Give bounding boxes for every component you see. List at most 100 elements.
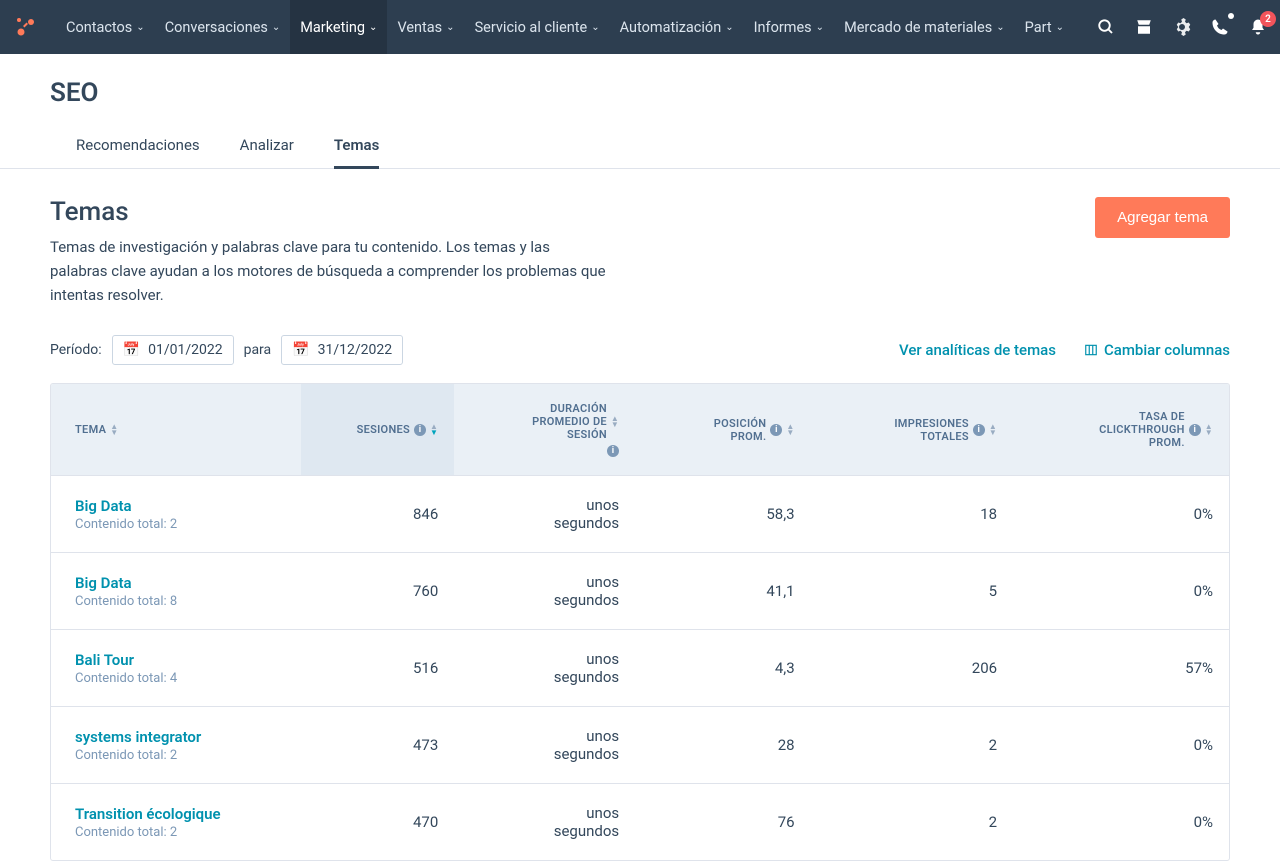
chevron-down-icon: ⌄ <box>816 22 824 33</box>
add-topic-button[interactable]: Agregar tema <box>1095 197 1230 238</box>
col-ctr[interactable]: TASA DE CLICKTHROUGH PROM.i▲▼ <box>1013 384 1229 476</box>
period-label: Período: <box>50 342 102 358</box>
cell-ctr: 0% <box>1013 476 1229 553</box>
cell-ctr: 57% <box>1013 630 1229 707</box>
cell-sessions: 473 <box>301 707 454 784</box>
info-icon: i <box>607 445 619 457</box>
cell-position: 4,3 <box>635 630 810 707</box>
section-title: Temas <box>50 197 610 227</box>
info-icon: i <box>770 424 782 436</box>
topic-content-count: Contenido total: 2 <box>75 825 285 840</box>
cell-sessions: 470 <box>301 784 454 861</box>
section-description: Temas de investigación y palabras clave … <box>50 235 610 307</box>
page-tabs: Recomendaciones Analizar Temas <box>0 124 1280 169</box>
search-icon[interactable] <box>1096 17 1116 37</box>
calendar-icon: 📅 <box>123 342 140 358</box>
nav-item-marketing[interactable]: Marketing⌄ <box>290 0 387 54</box>
topic-content-count: Contenido total: 8 <box>75 594 285 609</box>
sort-icon: ▲▼ <box>110 424 118 436</box>
table-row: Transition écologique Contenido total: 2 4… <box>51 784 1229 861</box>
cell-sessions: 516 <box>301 630 454 707</box>
period-filter: Período: 📅 01/01/2022 para 📅 31/12/2022 <box>50 335 403 365</box>
nav-item-informes[interactable]: Informes⌄ <box>744 0 834 54</box>
nav-item-conversaciones[interactable]: Conversaciones⌄ <box>155 0 291 54</box>
cell-impressions: 2 <box>811 707 1013 784</box>
nav-icons: 2 <box>1088 17 1268 37</box>
sort-icon: ▲▼ <box>430 424 438 436</box>
sort-icon: ▲▼ <box>786 424 794 436</box>
table-row: Big Data Contenido total: 2 846unossegundo… <box>51 476 1229 553</box>
nav-item-automatización[interactable]: Automatización⌄ <box>610 0 744 54</box>
topics-table: TEMA▲▼ SESIONESi▲▼ DURACIÓN PROMEDIO DE … <box>50 383 1230 861</box>
cell-impressions: 5 <box>811 553 1013 630</box>
col-sessions[interactable]: SESIONESi▲▼ <box>301 384 454 476</box>
nav-item-mercado-de-materiales[interactable]: Mercado de materiales⌄ <box>834 0 1015 54</box>
table-row: Bali Tour Contenido total: 4 516unossegund… <box>51 630 1229 707</box>
marketplace-icon[interactable] <box>1134 17 1154 37</box>
cell-ctr: 0% <box>1013 784 1229 861</box>
cell-duration: unossegundos <box>454 784 635 861</box>
cell-impressions: 206 <box>811 630 1013 707</box>
cell-position: 28 <box>635 707 810 784</box>
chevron-down-icon: ⌄ <box>725 22 733 33</box>
bell-icon[interactable]: 2 <box>1248 17 1268 37</box>
tab-analizar[interactable]: Analizar <box>240 124 294 169</box>
chevron-down-icon: ⌄ <box>1056 22 1064 33</box>
col-position[interactable]: POSICIÓN PROM.i▲▼ <box>635 384 810 476</box>
cell-position: 58,3 <box>635 476 810 553</box>
topic-content-count: Contenido total: 4 <box>75 671 285 686</box>
hubspot-logo[interactable] <box>12 13 40 41</box>
sort-icon: ▲▼ <box>989 424 997 436</box>
chevron-down-icon: ⌄ <box>369 22 377 33</box>
page-title: SEO <box>50 78 1230 108</box>
cell-sessions: 846 <box>301 476 454 553</box>
gear-icon[interactable] <box>1172 17 1192 37</box>
cell-duration: unossegundos <box>454 707 635 784</box>
cell-impressions: 18 <box>811 476 1013 553</box>
topic-content-count: Contenido total: 2 <box>75 748 285 763</box>
columns-icon <box>1084 343 1098 357</box>
cell-position: 41,1 <box>635 553 810 630</box>
nav-items: Contactos⌄Conversaciones⌄Marketing⌄Venta… <box>56 0 1088 54</box>
sort-icon: ▲▼ <box>1205 424 1213 436</box>
analytics-link[interactable]: Ver analíticas de temas <box>899 341 1056 359</box>
cell-position: 76 <box>635 784 810 861</box>
cell-impressions: 2 <box>811 784 1013 861</box>
info-icon: i <box>973 424 985 436</box>
col-topic[interactable]: TEMA▲▼ <box>51 384 301 476</box>
cell-ctr: 0% <box>1013 707 1229 784</box>
to-label: para <box>244 342 272 358</box>
topic-link[interactable]: Big Data <box>75 574 285 592</box>
top-navigation: Contactos⌄Conversaciones⌄Marketing⌄Venta… <box>0 0 1280 54</box>
chevron-down-icon: ⌄ <box>272 22 280 33</box>
tab-recomendaciones[interactable]: Recomendaciones <box>76 124 200 169</box>
col-duration[interactable]: DURACIÓN PROMEDIO DE SESIÓN▲▼i <box>454 384 635 476</box>
tab-temas[interactable]: Temas <box>334 124 379 169</box>
chevron-down-icon: ⌄ <box>996 22 1004 33</box>
date-from-input[interactable]: 📅 01/01/2022 <box>112 335 234 365</box>
calendar-icon: 📅 <box>292 342 309 358</box>
topic-link[interactable]: Transition écologique <box>75 805 285 823</box>
nav-item-servicio-al-cliente[interactable]: Servicio al cliente⌄ <box>465 0 610 54</box>
topic-link[interactable]: Bali Tour <box>75 651 285 669</box>
cell-sessions: 760 <box>301 553 454 630</box>
notification-badge: 2 <box>1260 11 1276 27</box>
phone-icon[interactable] <box>1210 17 1230 37</box>
cell-duration: unossegundos <box>454 476 635 553</box>
chevron-down-icon: ⌄ <box>136 22 144 33</box>
info-icon: i <box>414 424 426 436</box>
nav-item-part[interactable]: Part⌄ <box>1015 0 1074 54</box>
change-columns-link[interactable]: Cambiar columnas <box>1084 341 1230 359</box>
topic-content-count: Contenido total: 2 <box>75 517 285 532</box>
table-row: Big DataContenido total: 8760unossegundo… <box>51 553 1229 630</box>
nav-item-contactos[interactable]: Contactos⌄ <box>56 0 155 54</box>
nav-item-ventas[interactable]: Ventas⌄ <box>387 0 464 54</box>
topic-link[interactable]: systems integrator <box>75 728 285 746</box>
info-icon: i <box>1189 424 1201 436</box>
chevron-down-icon: ⌄ <box>446 22 454 33</box>
chevron-down-icon: ⌄ <box>591 22 599 33</box>
date-to-input[interactable]: 📅 31/12/2022 <box>281 335 403 365</box>
col-impressions[interactable]: IMPRESIONES TOTALESi▲▼ <box>811 384 1013 476</box>
topic-link[interactable]: Big Data <box>75 497 285 515</box>
cell-duration: unossegundos <box>454 630 635 707</box>
